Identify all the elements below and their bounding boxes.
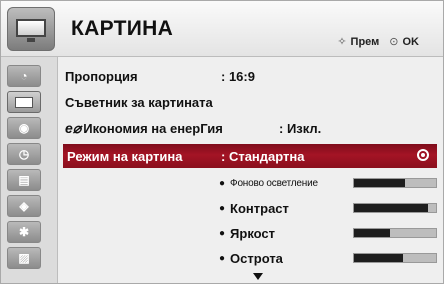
brightness-fill (354, 229, 391, 237)
options-icon[interactable]: ◈ (7, 195, 41, 217)
selected-radio-icon (417, 149, 429, 161)
move-hint-label: Прем (350, 35, 380, 48)
sharpness-setting[interactable]: ● Острота (219, 247, 439, 269)
sharpness-label: Острота (230, 250, 283, 266)
picture-wizard-row[interactable]: Съветник за картината (65, 90, 435, 114)
picture-mode-label: Режим на картина (67, 148, 183, 164)
backlight-label: Фоново осветление (230, 177, 318, 189)
backlight-setting[interactable]: ● Фоново осветление (219, 172, 439, 194)
category-sidebar: ◔ ◉ ◷ ▤ ◈ ✱ ▨ (1, 57, 58, 283)
scroll-down-arrow-icon[interactable] (253, 273, 263, 280)
navigation-hint: ✧ Прем ⊙ OK (337, 35, 420, 49)
bullet-icon: ● (219, 252, 226, 264)
bullet-icon: ● (219, 227, 226, 239)
bluetooth-icon[interactable]: ✱ (7, 221, 41, 243)
contrast-label: Контраст (230, 200, 289, 216)
picture-settings-osd: КАРТИНА ✧ Прем ⊙ OK ◔ ◉ ◷ ▤ ◈ ✱ ▨ Пропор… (0, 0, 444, 284)
sharpness-fill (354, 254, 404, 262)
backlight-fill (354, 179, 405, 187)
picture-wizard-label: Съветник за картината (65, 94, 213, 110)
contrast-slider[interactable] (353, 203, 437, 213)
backlight-slider[interactable] (353, 178, 437, 188)
bullet-icon: ● (219, 202, 226, 214)
menu-header: КАРТИНА ✧ Прем ⊙ OK (1, 1, 443, 57)
clock-icon[interactable]: ◷ (7, 143, 41, 165)
sharpness-slider[interactable] (353, 253, 437, 263)
speaker-icon[interactable]: ◉ (7, 117, 41, 139)
contrast-setting[interactable]: ● Контраст (219, 197, 439, 219)
energy-saving-label: Икономия на енерГия (83, 120, 223, 136)
eco-leaf-icon: e⌀ (65, 119, 82, 136)
bullet-icon: ● (219, 177, 226, 189)
ok-hint-label: OK (402, 35, 420, 48)
energy-saving-row[interactable]: e⌀ Икономия на енерГия : Изкл. (65, 116, 435, 140)
aspect-ratio-label: Пропорция (65, 68, 138, 84)
picture-mode-value: : Стандартна (221, 148, 305, 164)
picture-icon[interactable] (7, 91, 41, 113)
brightness-slider[interactable] (353, 228, 437, 238)
ok-circle-icon: ⊙ (389, 36, 399, 48)
brightness-setting[interactable]: ● Яркост (219, 222, 439, 244)
dpad-icon: ✧ (337, 36, 347, 48)
clapper-icon[interactable]: ▨ (7, 247, 41, 269)
aspect-ratio-value: : 16:9 (221, 68, 255, 84)
contrast-fill (354, 204, 428, 212)
energy-saving-value: : Изкл. (279, 120, 322, 136)
picture-mode-row[interactable]: Режим на картина : Стандартна (63, 144, 437, 168)
page-title: КАРТИНА (71, 17, 174, 40)
tv-stand-icon (27, 38, 35, 42)
brightness-label: Яркост (230, 225, 276, 241)
tv-screen-icon (16, 19, 46, 37)
picture-frame-icon (15, 96, 33, 108)
satellite-dish-icon[interactable]: ◔ (7, 65, 41, 87)
aspect-ratio-row[interactable]: Пропорция : 16:9 (65, 64, 435, 88)
lock-icon[interactable]: ▤ (7, 169, 41, 191)
tv-menu-icon (7, 7, 55, 51)
